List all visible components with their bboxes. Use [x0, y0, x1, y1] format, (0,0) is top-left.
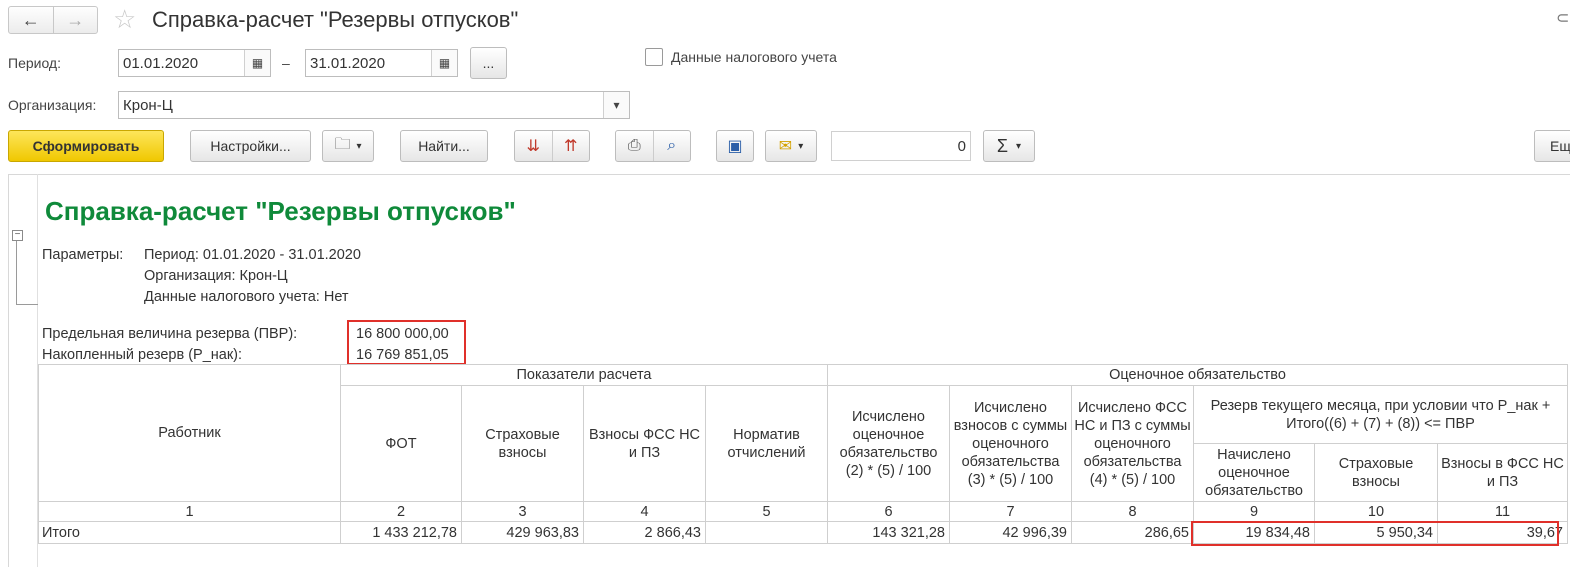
- sigma-icon: Σ: [996, 135, 1009, 156]
- organization-label: Организация:: [8, 97, 97, 113]
- calendar-icon[interactable]: ▦: [244, 50, 270, 76]
- period-select-button[interactable]: ...: [470, 47, 507, 79]
- total-norm[interactable]: [705, 521, 828, 544]
- link-icon[interactable]: ⊂: [1556, 8, 1569, 28]
- header-insurance2: Страховые взносы: [1314, 443, 1438, 502]
- find-button[interactable]: Найти...: [400, 130, 488, 162]
- header-fss2: Взносы в ФСС НС и ПЗ: [1437, 443, 1568, 502]
- reserve-totals-highlight: [1191, 521, 1559, 546]
- period-to-field[interactable]: 31.01.2020 ▦: [305, 49, 458, 77]
- header-norm: Норматив отчислений: [705, 385, 828, 502]
- save-button[interactable]: ▣: [716, 130, 754, 162]
- pvr-value: 16 800 000,00: [356, 326, 449, 342]
- arrow-left-icon: ←: [21, 9, 40, 30]
- col-number: 5: [705, 501, 828, 522]
- col-number: 11: [1437, 501, 1568, 522]
- period-to-value: 31.01.2020: [310, 54, 386, 72]
- arrow-right-icon: →: [66, 9, 85, 30]
- pvr-label: Предельная величина резерва (ПВР):: [42, 326, 298, 342]
- period-from-value: 01.01.2020: [123, 54, 199, 72]
- organization-field[interactable]: Крон-Ц ▾: [118, 91, 630, 119]
- chevron-down-icon: ▾: [1016, 140, 1022, 152]
- favorite-star-icon[interactable]: ☆: [113, 4, 136, 34]
- sum-value: 0: [957, 137, 966, 155]
- total-calc-fss[interactable]: 286,65: [1071, 521, 1194, 544]
- settings-button[interactable]: Настройки...: [190, 130, 311, 162]
- total-calc-contrib[interactable]: 42 996,39: [949, 521, 1072, 544]
- header-accrued: Начислено оценочное обязательство: [1193, 443, 1315, 502]
- navigation-buttons: ← →: [8, 6, 98, 34]
- print-preview-icon[interactable]: ⌕: [654, 131, 691, 161]
- col-number: 3: [461, 501, 584, 522]
- col-number: 7: [949, 501, 1072, 522]
- period-label: Период:: [8, 55, 61, 71]
- col-number: 1: [38, 501, 341, 522]
- organization-value: Крон-Ц: [123, 96, 173, 114]
- collapse-group-icon[interactable]: −: [12, 230, 23, 241]
- param-period: Период: 01.01.2020 - 31.01.2020: [144, 247, 361, 263]
- expand-groups-icon[interactable]: ⇊: [515, 131, 553, 161]
- col-number: 6: [827, 501, 950, 522]
- total-fot[interactable]: 1 433 212,78: [340, 521, 462, 544]
- total-calc-estimate[interactable]: 143 321,28: [827, 521, 950, 544]
- report-table: Работник Показатели расчета Оценочное об…: [38, 364, 1568, 544]
- report-title: Справка-расчет "Резервы отпусков": [45, 196, 516, 226]
- header-fss: Взносы ФСС НС и ПЗ: [583, 385, 706, 502]
- generate-button[interactable]: Сформировать: [8, 130, 164, 162]
- header-group-estimate: Оценочное обязательство: [827, 364, 1568, 386]
- params-label: Параметры:: [42, 247, 124, 263]
- more-button[interactable]: Еще: [1534, 130, 1570, 162]
- col-number: 9: [1193, 501, 1315, 522]
- period-from-field[interactable]: 01.01.2020 ▦: [118, 49, 271, 77]
- col-number: 10: [1314, 501, 1438, 522]
- total-insurance[interactable]: 429 963,83: [461, 521, 584, 544]
- header-fot: ФОТ: [340, 385, 462, 502]
- tax-data-label: Данные налогового учета: [671, 49, 837, 65]
- envelope-icon: ✉: [778, 138, 793, 155]
- back-button[interactable]: ←: [9, 7, 53, 33]
- folder-icon: 🗀: [334, 135, 351, 153]
- sum-mode-button[interactable]: Σ ▾: [983, 130, 1035, 162]
- col-number: 2: [340, 501, 462, 522]
- header-group-calc: Показатели расчета: [340, 364, 828, 386]
- chevron-down-icon: ▾: [798, 140, 804, 152]
- group-expand-collapse: ⇊ ⇈: [514, 130, 590, 162]
- param-tax-data: Данные налогового учета: Нет: [144, 289, 349, 305]
- param-organization: Организация: Крон-Ц: [144, 268, 288, 284]
- chevron-down-icon: ▾: [356, 140, 362, 152]
- header-calc-contrib: Исчислено взносов с суммы оценочного обя…: [949, 385, 1072, 502]
- pnak-label: Накопленный резерв (Р_нак):: [42, 347, 243, 363]
- sum-value-field[interactable]: 0: [831, 131, 971, 161]
- tax-data-checkbox[interactable]: [645, 48, 663, 66]
- floppy-disk-icon: ▣: [727, 138, 743, 155]
- more-label: Еще: [1550, 138, 1570, 154]
- pnak-value: 16 769 851,05: [356, 347, 449, 363]
- send-email-button[interactable]: ✉ ▾: [765, 130, 817, 162]
- print-group: ⎙ ⌕: [615, 130, 691, 162]
- total-fss[interactable]: 2 866,43: [583, 521, 706, 544]
- header-reserve-current: Резерв текущего месяца, при условии что …: [1193, 385, 1568, 444]
- collapse-groups-icon[interactable]: ⇈: [553, 131, 590, 161]
- header-calc-fss: Исчислено ФСС НС и ПЗ с суммы оценочного…: [1071, 385, 1194, 502]
- print-icon[interactable]: ⎙: [616, 131, 654, 161]
- total-label[interactable]: Итого: [38, 521, 341, 544]
- header-employee: Работник: [38, 364, 341, 502]
- calendar-icon[interactable]: ▦: [431, 50, 457, 76]
- window-title: Справка-расчет "Резервы отпусков": [152, 7, 519, 32]
- dropdown-icon[interactable]: ▾: [603, 92, 629, 118]
- col-number: 4: [583, 501, 706, 522]
- period-dash: –: [282, 55, 290, 71]
- group-bracket: [16, 241, 38, 305]
- variant-menu-button[interactable]: 🗀 ▾: [322, 130, 374, 162]
- header-calc-estimate: Исчислено оценочное обязательство (2) * …: [827, 385, 950, 502]
- col-number: 8: [1071, 501, 1194, 522]
- reserve-values-highlight: 16 800 000,00 16 769 851,05: [347, 320, 466, 365]
- header-insurance: Страховые взносы: [461, 385, 584, 502]
- forward-button[interactable]: →: [52, 7, 98, 33]
